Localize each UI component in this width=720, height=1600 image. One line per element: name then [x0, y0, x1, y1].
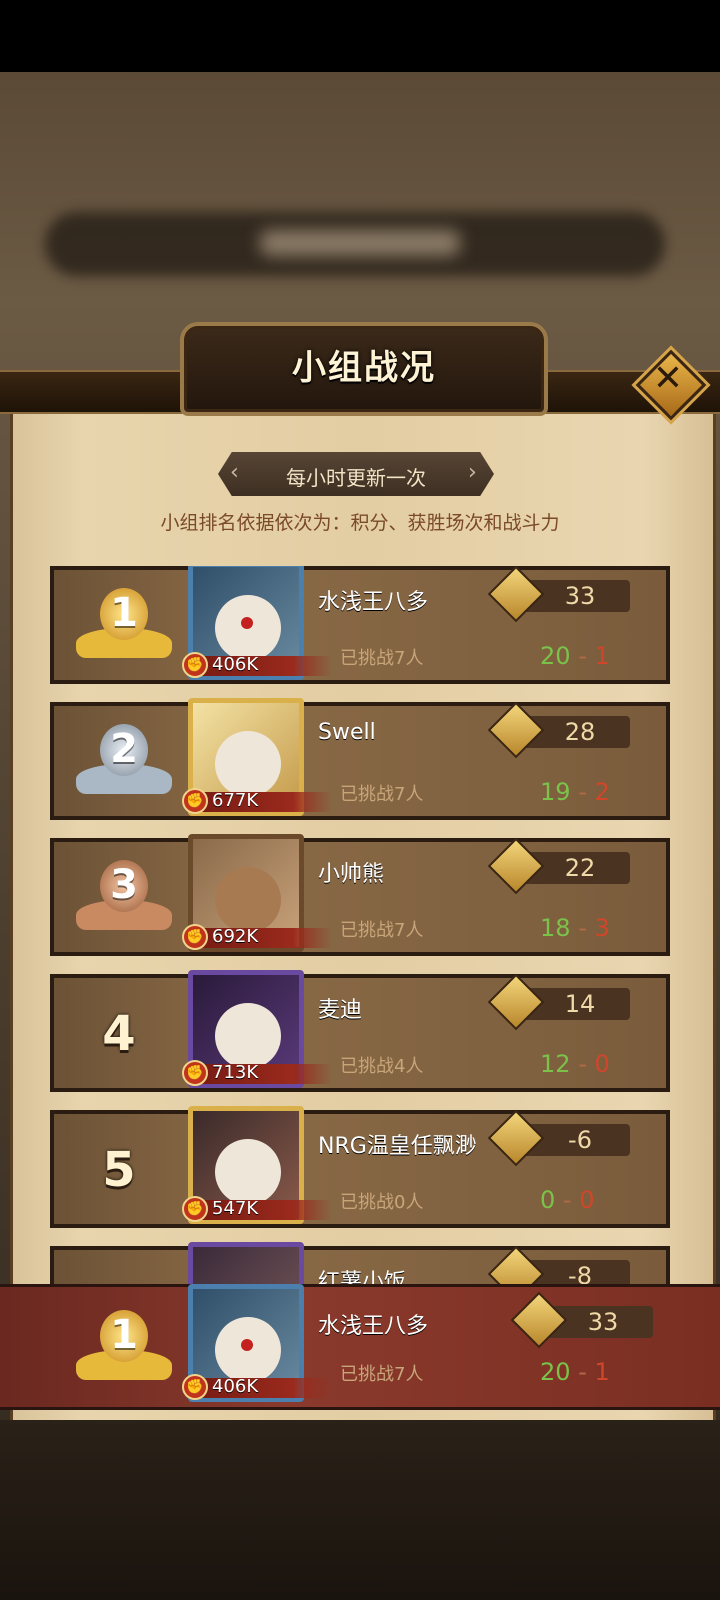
- win-loss-separator: -: [578, 1358, 587, 1386]
- power-badge: ✊ 406K: [182, 652, 332, 678]
- ranking-row[interactable]: 1 ✊ 406K 水浅王八多 已挑战7人 33 20 - 1: [50, 566, 670, 692]
- win-loss-record: 20 - 1: [540, 1358, 660, 1386]
- fist-icon: ✊: [182, 1060, 208, 1086]
- power-badge: ✊ 406K: [182, 1374, 332, 1400]
- fist-icon: ✊: [182, 1196, 208, 1222]
- rank-number: 1: [110, 1312, 138, 1358]
- player-name: 麦迪: [318, 998, 363, 1023]
- losses-count: 3: [594, 914, 610, 942]
- win-loss-separator: -: [578, 1050, 587, 1078]
- power-value: 677K: [212, 790, 259, 811]
- ranking-row[interactable]: 4 ✊ 713K 麦迪 已挑战4人 14 12 - 0: [50, 970, 670, 1100]
- wins-count: 20: [540, 642, 571, 670]
- wins-count: 0: [540, 1186, 556, 1214]
- avatar-eye: [241, 1339, 253, 1351]
- power-value: 692K: [212, 926, 259, 947]
- close-icon: ✕: [652, 358, 684, 399]
- blurred-backdrop-text: [260, 230, 460, 256]
- player-name: 水浅王八多: [318, 1314, 429, 1339]
- player-name: Swell: [318, 720, 376, 745]
- rank-medal-gold: 1: [54, 570, 184, 680]
- score-value: 22: [564, 854, 596, 882]
- player-name: 水浅王八多: [318, 590, 429, 615]
- power-value: 406K: [212, 1376, 259, 1397]
- rank-plain: 5: [54, 1114, 184, 1224]
- fist-icon: ✊: [182, 1374, 208, 1400]
- score-value: 33: [564, 582, 596, 610]
- ranking-criteria-text: 小组排名依据依次为：积分、获胜场次和战斗力: [160, 512, 560, 534]
- power-badge: ✊ 713K: [182, 1060, 332, 1086]
- fist-icon: ✊: [182, 788, 208, 814]
- win-loss-record: 20 - 1: [540, 642, 660, 670]
- power-value: 406K: [212, 654, 259, 675]
- score-value: 33: [587, 1308, 619, 1336]
- challenged-count: 已挑战7人: [340, 920, 424, 941]
- score-value: 28: [564, 718, 596, 746]
- my-ranking-row[interactable]: 1 ✊ 406K 水浅王八多 已挑战7人 33 20 - 1: [0, 1284, 720, 1410]
- update-frequency-label: 每小时更新一次: [286, 466, 426, 490]
- rank-number: 1: [110, 590, 138, 636]
- losses-count: 1: [594, 642, 610, 670]
- power-badge: ✊ 677K: [182, 788, 332, 814]
- ranking-row[interactable]: 5 ✊ 547K NRG温皇任飘渺 已挑战0人 -6 0 - 0: [50, 1106, 670, 1236]
- rank-number: 5: [102, 1142, 136, 1198]
- power-value: 547K: [212, 1198, 259, 1219]
- win-loss-record: 19 - 2: [540, 778, 660, 806]
- player-name: 小帅熊: [318, 862, 385, 887]
- footer-shade: [0, 1420, 720, 1600]
- ranking-row[interactable]: 3 ✊ 692K 小帅熊 已挑战7人 22 18 - 3: [50, 834, 670, 964]
- challenged-count: 已挑战7人: [340, 1364, 424, 1385]
- wins-count: 20: [540, 1358, 571, 1386]
- rank-medal-silver: 2: [54, 706, 184, 816]
- losses-count: 0: [579, 1186, 595, 1214]
- win-loss-separator: -: [578, 914, 587, 942]
- losses-count: 1: [594, 1358, 610, 1386]
- win-loss-separator: -: [562, 1186, 572, 1214]
- page-title: 小组战况: [292, 348, 436, 388]
- rank-medal-bronze: 3: [54, 842, 184, 952]
- rank-number: 3: [110, 862, 138, 908]
- score-value: -6: [568, 1126, 592, 1154]
- rank-medal-gold: 1: [54, 1292, 184, 1402]
- fist-icon: ✊: [182, 652, 208, 678]
- avatar-eye: [241, 617, 253, 629]
- rank-number: 4: [102, 1006, 136, 1062]
- close-button[interactable]: ✕: [635, 349, 707, 421]
- challenged-count: 已挑战7人: [340, 648, 424, 669]
- score-value: 14: [564, 990, 596, 1018]
- panel-header: 小组战况: [0, 322, 720, 422]
- power-value: 713K: [212, 1062, 259, 1083]
- challenged-count: 已挑战7人: [340, 784, 424, 805]
- challenged-count: 已挑战4人: [340, 1056, 424, 1077]
- challenged-count: 已挑战0人: [340, 1192, 424, 1213]
- wins-count: 18: [540, 914, 571, 942]
- ranking-row[interactable]: 2 ✊ 677K Swell 已挑战7人 28 19 - 2: [50, 698, 670, 828]
- rank-number: 2: [110, 726, 138, 772]
- power-badge: ✊ 692K: [182, 924, 332, 950]
- power-badge: ✊ 547K: [182, 1196, 332, 1222]
- win-loss-record: 12 - 0: [540, 1050, 660, 1078]
- player-name: NRG温皇任飘渺: [318, 1134, 477, 1159]
- rank-plain: 4: [54, 978, 184, 1088]
- wins-count: 19: [540, 778, 571, 806]
- win-loss-record: 18 - 3: [540, 914, 660, 942]
- losses-count: 2: [594, 778, 610, 806]
- win-loss-record: 0 - 0: [540, 1186, 660, 1214]
- win-loss-separator: -: [578, 642, 587, 670]
- losses-count: 0: [594, 1050, 610, 1078]
- win-loss-separator: -: [578, 778, 587, 806]
- ranking-list[interactable]: 1 ✊ 406K 水浅王八多 已挑战7人 33 20 - 1 2 ✊ 677K …: [50, 566, 670, 1312]
- fist-icon: ✊: [182, 924, 208, 950]
- wins-count: 12: [540, 1050, 571, 1078]
